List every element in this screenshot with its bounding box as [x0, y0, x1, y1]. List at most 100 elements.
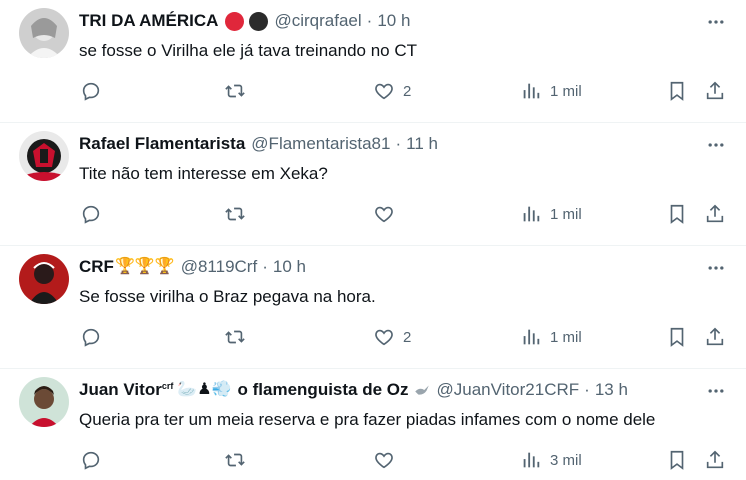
display-name-suffix[interactable]: o flamenguista de Oz [238, 379, 409, 401]
views-icon [523, 329, 540, 345]
views-icon [523, 452, 540, 468]
share-button[interactable] [704, 78, 726, 104]
share-icon [706, 81, 724, 100]
reply-button[interactable] [80, 447, 102, 473]
dove-icon [413, 381, 431, 399]
swan-chess-wind-icon: 🦢♟💨 [177, 381, 232, 398]
view-count: 1 mil [550, 328, 582, 346]
tweet[interactable]: CRF 🏆🏆🏆 @8119Crf · 10 h Se fosse virilha… [0, 246, 746, 369]
like-button[interactable]: 2 [373, 324, 411, 350]
user-handle[interactable]: @JuanVitor21CRF [437, 379, 580, 401]
action-bar: 2 1 mil [0, 324, 746, 350]
tweet[interactable]: Rafael Flamentarista @Flamentarista81 · … [0, 123, 746, 246]
name-superscript: crf [161, 381, 174, 391]
bookmark-button[interactable] [666, 447, 688, 473]
bookmark-icon [670, 204, 684, 224]
share-button[interactable] [704, 324, 726, 350]
retweet-icon [225, 330, 245, 344]
retweet-icon [225, 84, 245, 98]
action-bar: 1 mil [0, 201, 746, 227]
separator: · [366, 11, 373, 30]
action-bar: 3 mil [0, 447, 746, 473]
like-button[interactable]: 2 [373, 78, 411, 104]
share-icon [706, 450, 724, 469]
display-name[interactable]: CRF [79, 256, 114, 278]
views-icon [523, 83, 540, 99]
timestamp[interactable]: 11 h [406, 133, 438, 155]
views-button[interactable]: 3 mil [520, 447, 582, 473]
timestamp[interactable]: 10 h [377, 10, 410, 32]
timestamp[interactable]: 13 h [595, 379, 628, 401]
retweet-icon [225, 453, 245, 467]
heart-icon [375, 452, 393, 469]
more-icon[interactable] [704, 135, 728, 155]
reply-button[interactable] [80, 78, 102, 104]
retweet-button[interactable] [224, 201, 246, 227]
tweet-header: Rafael Flamentarista @Flamentarista81 · … [79, 133, 696, 155]
more-icon[interactable] [704, 12, 728, 32]
share-button[interactable] [704, 201, 726, 227]
avatar[interactable] [19, 131, 69, 181]
tweet-header: TRI DA AMÉRICA @cirqrafael · 10 h [79, 10, 696, 32]
views-button[interactable]: 1 mil [520, 324, 582, 350]
bookmark-button[interactable] [666, 324, 688, 350]
more-icon[interactable] [704, 381, 728, 401]
black-circle-icon [249, 11, 269, 31]
reply-icon [82, 451, 100, 470]
user-handle[interactable]: @cirqrafael [274, 10, 361, 32]
tweet-text: se fosse o Virilha ele já tava treinando… [79, 41, 417, 60]
views-button[interactable]: 1 mil [520, 201, 582, 227]
display-name[interactable]: TRI DA AMÉRICA [79, 10, 218, 32]
tweet-text: Se fosse virilha o Braz pegava na hora. [79, 287, 376, 306]
avatar[interactable] [19, 8, 69, 58]
share-icon [706, 327, 724, 346]
display-name[interactable]: Juan Vitor [79, 379, 162, 401]
like-button[interactable] [373, 447, 395, 473]
retweet-button[interactable] [224, 324, 246, 350]
reply-button[interactable] [80, 201, 102, 227]
share-button[interactable] [704, 447, 726, 473]
share-icon [706, 204, 724, 223]
tweet-text: Queria pra ter um meia reserva e pra faz… [79, 410, 656, 429]
separator: · [584, 380, 590, 399]
view-count: 1 mil [550, 82, 582, 100]
retweet-button[interactable] [224, 447, 246, 473]
views-icon [523, 206, 540, 222]
tweet[interactable]: Juan Vitor crf 🦢♟💨 o flamenguista de Oz … [0, 369, 746, 480]
tweet-header: CRF 🏆🏆🏆 @8119Crf · 10 h [79, 256, 696, 278]
bookmark-button[interactable] [666, 201, 688, 227]
view-count: 3 mil [550, 451, 582, 469]
bookmark-button[interactable] [666, 78, 688, 104]
timestamp[interactable]: 10 h [273, 256, 306, 278]
like-button[interactable] [373, 201, 395, 227]
display-name[interactable]: Rafael Flamentarista [79, 133, 245, 155]
avatar[interactable] [19, 377, 69, 427]
like-count: 2 [403, 82, 412, 100]
retweet-icon [225, 207, 245, 221]
tweet-header: Juan Vitor crf 🦢♟💨 o flamenguista de Oz … [79, 379, 696, 401]
bookmark-icon [670, 327, 684, 347]
separator: · [262, 257, 268, 276]
retweet-button[interactable] [224, 78, 246, 104]
view-count: 1 mil [550, 205, 582, 223]
reply-icon [82, 82, 100, 101]
user-handle[interactable]: @8119Crf [181, 256, 257, 278]
heart-icon [375, 329, 393, 346]
bookmark-icon [670, 81, 684, 101]
red-circle-icon [225, 11, 245, 31]
action-bar: 2 1 mil [0, 78, 746, 104]
heart-icon [375, 206, 393, 223]
views-button[interactable]: 1 mil [520, 78, 582, 104]
user-handle[interactable]: @Flamentarista81 [251, 133, 390, 155]
tweet[interactable]: TRI DA AMÉRICA @cirqrafael · 10 h se fos… [0, 0, 746, 123]
tweet-text: Tite não tem interesse em Xeka? [79, 164, 328, 183]
tweet-feed: TRI DA AMÉRICA @cirqrafael · 10 h se fos… [0, 0, 746, 480]
trophy-icon: 🏆🏆🏆 [114, 258, 175, 275]
name-badges [222, 11, 269, 31]
heart-icon [375, 83, 393, 100]
bookmark-icon [670, 450, 684, 470]
more-icon[interactable] [704, 258, 728, 278]
reply-icon [82, 205, 100, 224]
avatar[interactable] [19, 254, 69, 304]
reply-button[interactable] [80, 324, 102, 350]
